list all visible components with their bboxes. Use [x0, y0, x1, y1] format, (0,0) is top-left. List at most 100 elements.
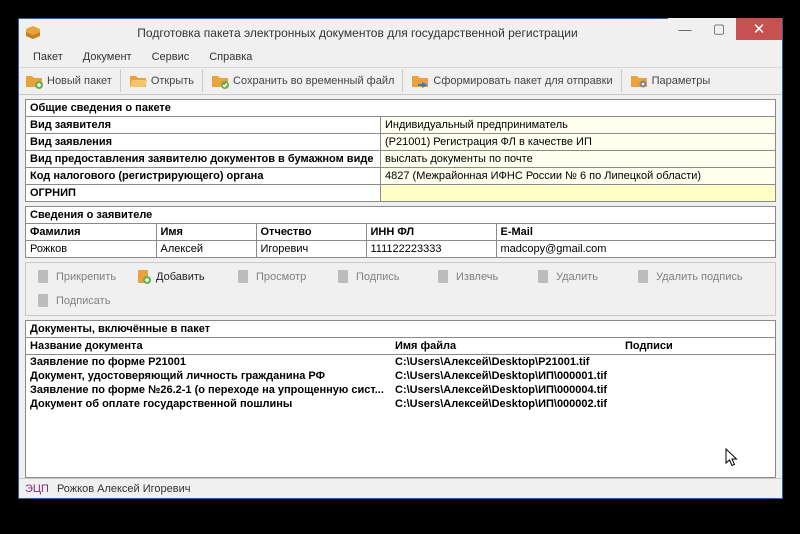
ogrnip-label: ОГРНИП [26, 185, 381, 201]
col-signatures: Подписи [621, 338, 775, 354]
action-extract: Извлечь [430, 265, 530, 289]
doc-sign-cell [621, 369, 775, 383]
general-header: Общие сведения о пакете [26, 100, 775, 117]
doclist-row[interactable]: Документ, удостоверяющий личность гражда… [26, 369, 775, 383]
delete-icon [534, 268, 552, 286]
doc-sign-cell [621, 383, 775, 397]
toolbar-params[interactable]: Параметры [628, 70, 713, 92]
col-filename: Имя файла [391, 338, 621, 354]
vid-predost-label: Вид предоставления заявителю документов … [26, 151, 381, 167]
applicant-panel: Сведения о заявителе Фамилия Имя Отчеств… [25, 206, 776, 258]
col-otchestvo: Отчество [256, 224, 366, 241]
toolbar-form-label: Сформировать пакет для отправки [433, 75, 612, 87]
vid-zayavleniya-label: Вид заявления [26, 134, 381, 150]
doclist-row[interactable]: Документ об оплате государственной пошли… [26, 397, 775, 411]
doc-name-cell: Документ об оплате государственной пошли… [26, 397, 391, 411]
close-button[interactable]: ✕ [736, 18, 782, 40]
titlebar: Подготовка пакета электронных документов… [19, 19, 782, 47]
menubar: Пакет Документ Сервис Справка [19, 47, 782, 68]
separator [202, 70, 203, 92]
ogrnip-value[interactable] [381, 185, 775, 201]
general-info-panel: Общие сведения о пакете Вид заявителяИнд… [25, 99, 776, 202]
folder-send-icon [411, 72, 429, 90]
attach-icon [34, 268, 52, 286]
action-signit: Подписать [30, 289, 130, 313]
doc-name-cell: Заявление по форме Р21001 [26, 355, 391, 369]
menu-servis[interactable]: Сервис [142, 49, 200, 65]
cell-otchestvo: Игоревич [256, 241, 366, 258]
vid-zayavitelya-value[interactable]: Индивидуальный предприниматель [381, 117, 775, 133]
toolbar-new-label: Новый пакет [47, 75, 112, 87]
signit-icon [34, 292, 52, 310]
document-actions: Прикрепить Добавить Просмотр Подпись Изв… [25, 262, 776, 316]
save-temp-icon [211, 72, 229, 90]
col-inn: ИНН ФЛ [366, 224, 496, 241]
app-icon [25, 25, 41, 41]
applicant-table: Фамилия Имя Отчество ИНН ФЛ E-Mail Рожко… [26, 224, 775, 257]
col-email: E-Mail [496, 224, 775, 241]
action-sign: Подпись [330, 265, 430, 289]
separator [120, 70, 121, 92]
window-title: Подготовка пакета электронных документов… [47, 26, 668, 40]
kod-nalog-label: Код налогового (регистрирующего) органа [26, 168, 381, 184]
doc-file-cell: C:\Users\Алексей\Desktop\ИП\000004.tif [391, 383, 621, 397]
kod-nalog-value[interactable]: 4827 (Межрайонная ИФНС России № 6 по Лип… [381, 168, 775, 184]
separator [402, 70, 403, 92]
action-delete: Удалить [530, 265, 630, 289]
toolbar-params-label: Параметры [652, 75, 711, 87]
sign-icon [334, 268, 352, 286]
doc-file-cell: C:\Users\Алексей\Desktop\ИП\000002.tif [391, 397, 621, 411]
doc-name-cell: Документ, удостоверяющий личность гражда… [26, 369, 391, 383]
doclist-row[interactable]: Заявление по форме Р21001C:\Users\Алексе… [26, 355, 775, 369]
doc-file-cell: C:\Users\Алексей\Desktop\ИП\000001.tif [391, 369, 621, 383]
toolbar-save-temp[interactable]: Сохранить во временный файл [209, 70, 396, 92]
col-imya: Имя [156, 224, 256, 241]
doc-sign-cell [621, 355, 775, 369]
cell-email: madcopy@gmail.com [496, 241, 775, 258]
toolbar-open-label: Открыть [151, 75, 194, 87]
action-delete-sign: Удалить подпись [630, 265, 750, 289]
status-user: Рожков Алексей Игоревич [57, 483, 191, 495]
add-icon [134, 268, 152, 286]
applicant-header: Сведения о заявителе [26, 207, 775, 224]
menu-spravka[interactable]: Справка [199, 49, 262, 65]
doclist-header: Документы, включённые в пакет [26, 321, 775, 338]
applicant-row[interactable]: Рожков Алексей Игоревич 111122223333 mad… [26, 241, 775, 258]
vid-zayavitelya-label: Вид заявителя [26, 117, 381, 133]
folder-new-icon [25, 72, 43, 90]
doclist-columns: Название документа Имя файла Подписи [26, 338, 775, 355]
cell-imya: Алексей [156, 241, 256, 258]
action-add[interactable]: Добавить [130, 265, 230, 289]
status-ecp[interactable]: ЭЦП [25, 483, 49, 495]
vid-predost-value[interactable]: выслать документы по почте [381, 151, 775, 167]
gear-folder-icon [630, 72, 648, 90]
toolbar-new-package[interactable]: Новый пакет [23, 70, 114, 92]
document-list-panel: Документы, включённые в пакет Название д… [25, 320, 776, 478]
col-docname: Название документа [26, 338, 391, 354]
minimize-button[interactable]: — [668, 18, 702, 40]
delete-sign-icon [634, 268, 652, 286]
toolbar-form-package[interactable]: Сформировать пакет для отправки [409, 70, 614, 92]
cell-familia: Рожков [26, 241, 156, 258]
toolbar: Новый пакет Открыть Сохранить во временн… [19, 68, 782, 95]
vid-zayavleniya-value[interactable]: (Р21001) Регистрация ФЛ в качестве ИП [381, 134, 775, 150]
toolbar-save-temp-label: Сохранить во временный файл [233, 75, 394, 87]
col-familia: Фамилия [26, 224, 156, 241]
statusbar: ЭЦП Рожков Алексей Игоревич [19, 478, 782, 498]
doc-sign-cell [621, 397, 775, 411]
extract-icon [434, 268, 452, 286]
menu-dokument[interactable]: Документ [73, 49, 142, 65]
menu-paket[interactable]: Пакет [23, 49, 73, 65]
content-area: Общие сведения о пакете Вид заявителяИнд… [19, 95, 782, 478]
doclist-body: Заявление по форме Р21001C:\Users\Алексе… [26, 355, 775, 411]
doc-name-cell: Заявление по форме №26.2-1 (о переходе н… [26, 383, 391, 397]
view-icon [234, 268, 252, 286]
window-controls: — ▢ ✕ [668, 19, 782, 47]
maximize-button[interactable]: ▢ [702, 18, 736, 40]
app-window: Подготовка пакета электронных документов… [18, 18, 783, 499]
separator [621, 70, 622, 92]
action-attach: Прикрепить [30, 265, 130, 289]
folder-open-icon [129, 72, 147, 90]
doclist-row[interactable]: Заявление по форме №26.2-1 (о переходе н… [26, 383, 775, 397]
toolbar-open[interactable]: Открыть [127, 70, 196, 92]
